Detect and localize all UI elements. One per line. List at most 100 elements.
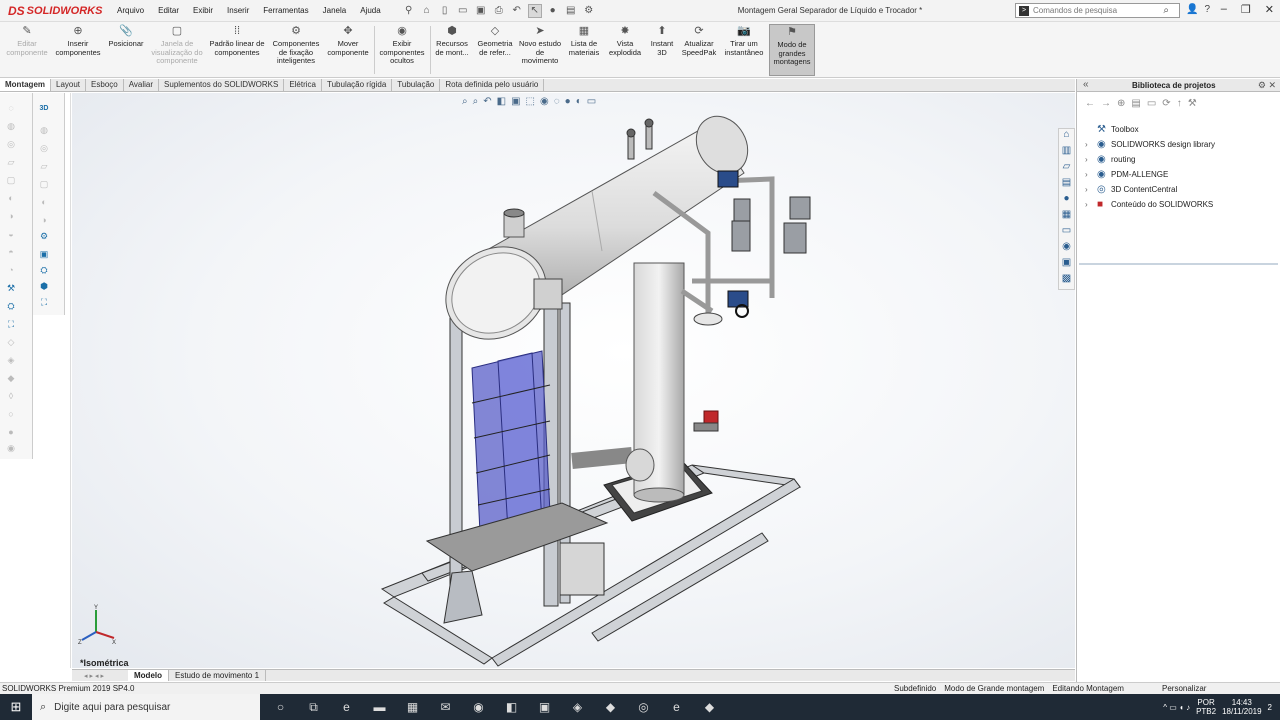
tool-icon[interactable]: ⚒: [4, 283, 18, 296]
back-icon[interactable]: ←: [1085, 98, 1095, 109]
tool-icon[interactable]: ◎: [4, 139, 18, 152]
notifications-icon[interactable]: 2: [1268, 703, 1272, 712]
tab-tubulacao-rigida[interactable]: Tubulação rígida: [322, 79, 393, 91]
panel-splitter[interactable]: [65, 93, 71, 668]
outlook-icon[interactable]: ◧: [495, 700, 528, 715]
tab-rota-definida[interactable]: Rota definida pelo usuário: [440, 79, 545, 91]
restore-icon[interactable]: ❐: [1241, 3, 1251, 16]
menu-editar[interactable]: Editar: [151, 6, 186, 15]
help-icon[interactable]: ?: [1204, 4, 1210, 15]
tool-icon[interactable]: ⚙: [37, 231, 51, 244]
bom-button[interactable]: ▦ Lista de materiais: [564, 24, 604, 76]
add-file-location-icon[interactable]: ▤: [1131, 98, 1140, 109]
3d-view-icon[interactable]: 3D: [37, 105, 51, 118]
cortana-icon[interactable]: ○: [264, 700, 297, 715]
edge-icon[interactable]: e: [330, 700, 363, 715]
app-icon[interactable]: ▣: [528, 700, 561, 715]
collapse-panel-icon[interactable]: «: [1083, 79, 1089, 90]
tool-icon[interactable]: ◒: [4, 229, 18, 242]
file-explorer-icon[interactable]: ▬: [363, 700, 396, 715]
smart-fasteners-button[interactable]: ⚙ Componentes de fixação inteligentes: [270, 24, 322, 76]
solidworks-logo[interactable]: DS SOLIDWORKS: [0, 4, 110, 18]
preview-window-button[interactable]: ▢ Janela de visualização do componente: [150, 24, 204, 76]
customize-button[interactable]: Personalizar: [1162, 683, 1206, 694]
language-indicator[interactable]: POR PTB2: [1196, 698, 1216, 716]
tab-layout[interactable]: Layout: [51, 79, 87, 91]
panel-options-icon[interactable]: ⚙ ✕: [1258, 80, 1276, 91]
tree-item-pdm-allenge[interactable]: › ◉ PDM-ALLENGE: [1085, 167, 1215, 182]
pdm-icon[interactable]: ▩: [1059, 273, 1074, 289]
home-icon[interactable]: ⌂: [1059, 129, 1074, 145]
command-search[interactable]: > Comandos de pesquisa ⌕: [1015, 3, 1180, 18]
tool-icon[interactable]: ◈: [4, 355, 18, 368]
tool-icon[interactable]: ▱: [4, 157, 18, 170]
tool-icon[interactable]: ◊: [4, 391, 18, 404]
menu-arquivo[interactable]: Arquivo: [110, 6, 151, 15]
exploded-view-button[interactable]: ✸ Vista explodida: [606, 24, 644, 76]
motion-study-button[interactable]: ➤ Novo estudo de movimento: [518, 24, 562, 76]
panel-splitter[interactable]: [1079, 263, 1278, 265]
reference-geometry-button[interactable]: ◇ Geometria de refer...: [474, 24, 516, 76]
tool-icon[interactable]: ◉: [4, 443, 18, 456]
expand-icon[interactable]: ›: [1085, 140, 1097, 149]
linear-pattern-button[interactable]: ⁞⁞ Padrão linear de componentes: [206, 24, 268, 76]
tree-item-design-library[interactable]: › ◉ SOLIDWORKS design library: [1085, 137, 1215, 152]
undo-icon[interactable]: ↶: [510, 4, 524, 18]
save-icon[interactable]: ▣: [474, 4, 488, 18]
solidworks-taskbar-icon[interactable]: ◆: [594, 700, 627, 715]
menu-exibir[interactable]: Exibir: [186, 6, 220, 15]
mail-icon[interactable]: ✉: [429, 700, 462, 715]
edit-component-button[interactable]: ✎ Editar componente: [4, 24, 50, 76]
mate-button[interactable]: 📎 Posicionar: [104, 24, 148, 76]
app-icon[interactable]: ◈: [561, 700, 594, 715]
options-gear-icon[interactable]: ⚙: [582, 4, 596, 18]
custom-properties-icon[interactable]: ▦: [1059, 209, 1074, 225]
tool-icon[interactable]: ◐: [4, 193, 18, 206]
tab-montagem[interactable]: Montagem: [0, 79, 51, 91]
tool-icon[interactable]: ◌: [4, 103, 18, 116]
tool-icon[interactable]: ◎: [37, 143, 51, 156]
tree-item-toolbox[interactable]: ⚒ Toolbox: [1085, 122, 1215, 137]
tab-modelo[interactable]: Modelo: [128, 670, 169, 681]
tool-icon[interactable]: ◍: [37, 125, 51, 138]
assembly-features-button[interactable]: ⬢ Recursos de mont...: [432, 24, 472, 76]
show-hidden-button[interactable]: ◉ Exibir componentes ocultos: [376, 24, 428, 76]
tool-icon[interactable]: ⛭: [4, 301, 18, 314]
app-icon[interactable]: ◎: [627, 700, 660, 715]
graphics-area[interactable]: ⌕ ⌕ ↶ ◧ ▣ ⬚ ◉ ◌ ● ◐ ▭ Y X Z *Isométrica: [72, 93, 1075, 668]
tool-icon[interactable]: ◓: [4, 247, 18, 260]
tool-icon[interactable]: ◑: [37, 215, 51, 228]
tab-scroll-arrows[interactable]: ◂▸◂▸: [72, 672, 128, 680]
create-folder-icon[interactable]: ▭: [1147, 98, 1156, 109]
instant3d-button[interactable]: ⬆ Instant 3D: [646, 24, 678, 76]
solidworks-resources-icon[interactable]: ◉: [1059, 241, 1074, 257]
tool-icon[interactable]: ▱: [37, 161, 51, 174]
taskbar-search[interactable]: ⌕ Digite aqui para pesquisar: [32, 694, 260, 720]
tool-icon[interactable]: ▢: [37, 179, 51, 192]
appearances-icon[interactable]: ●: [1059, 193, 1074, 209]
menu-ferramentas[interactable]: Ferramentas: [256, 6, 315, 15]
select-icon[interactable]: ↖: [527, 3, 542, 18]
tool-icon[interactable]: ⛶: [37, 297, 51, 310]
toolbox-icon[interactable]: ⚒: [1188, 98, 1197, 109]
tool-icon[interactable]: ◇: [4, 337, 18, 350]
chrome-icon[interactable]: ◉: [462, 700, 495, 715]
tray-icons[interactable]: ^ ▭ ◖ ♪: [1163, 703, 1190, 712]
forward-icon[interactable]: →: [1101, 98, 1111, 109]
print-icon[interactable]: ⎙: [492, 4, 506, 18]
speedpak-button[interactable]: ⟳ Atualizar SpeedPak: [680, 24, 718, 76]
file-properties-icon[interactable]: ▤: [564, 4, 578, 18]
ie-icon[interactable]: e: [660, 700, 693, 715]
tree-item-routing[interactable]: › ◉ routing: [1085, 152, 1215, 167]
tool-icon[interactable]: ◐: [37, 197, 51, 210]
tool-icon[interactable]: ▣: [37, 249, 51, 262]
tree-item-sw-content[interactable]: › ■ Conteúdo do SOLIDWORKS: [1085, 197, 1215, 212]
large-assembly-mode-button[interactable]: ⚑ Modo de grandes montagens: [769, 24, 815, 76]
rebuild-icon[interactable]: ●: [546, 4, 560, 18]
tab-suplementos[interactable]: Suplementos do SOLIDWORKS: [159, 79, 285, 91]
design-library-icon[interactable]: ▥: [1059, 145, 1074, 161]
tool-icon[interactable]: ○: [4, 409, 18, 422]
clock[interactable]: 14:43 18/11/2019: [1222, 698, 1261, 716]
tool-icon[interactable]: ⬢: [37, 281, 51, 294]
open-file-icon[interactable]: ▭: [456, 4, 470, 18]
